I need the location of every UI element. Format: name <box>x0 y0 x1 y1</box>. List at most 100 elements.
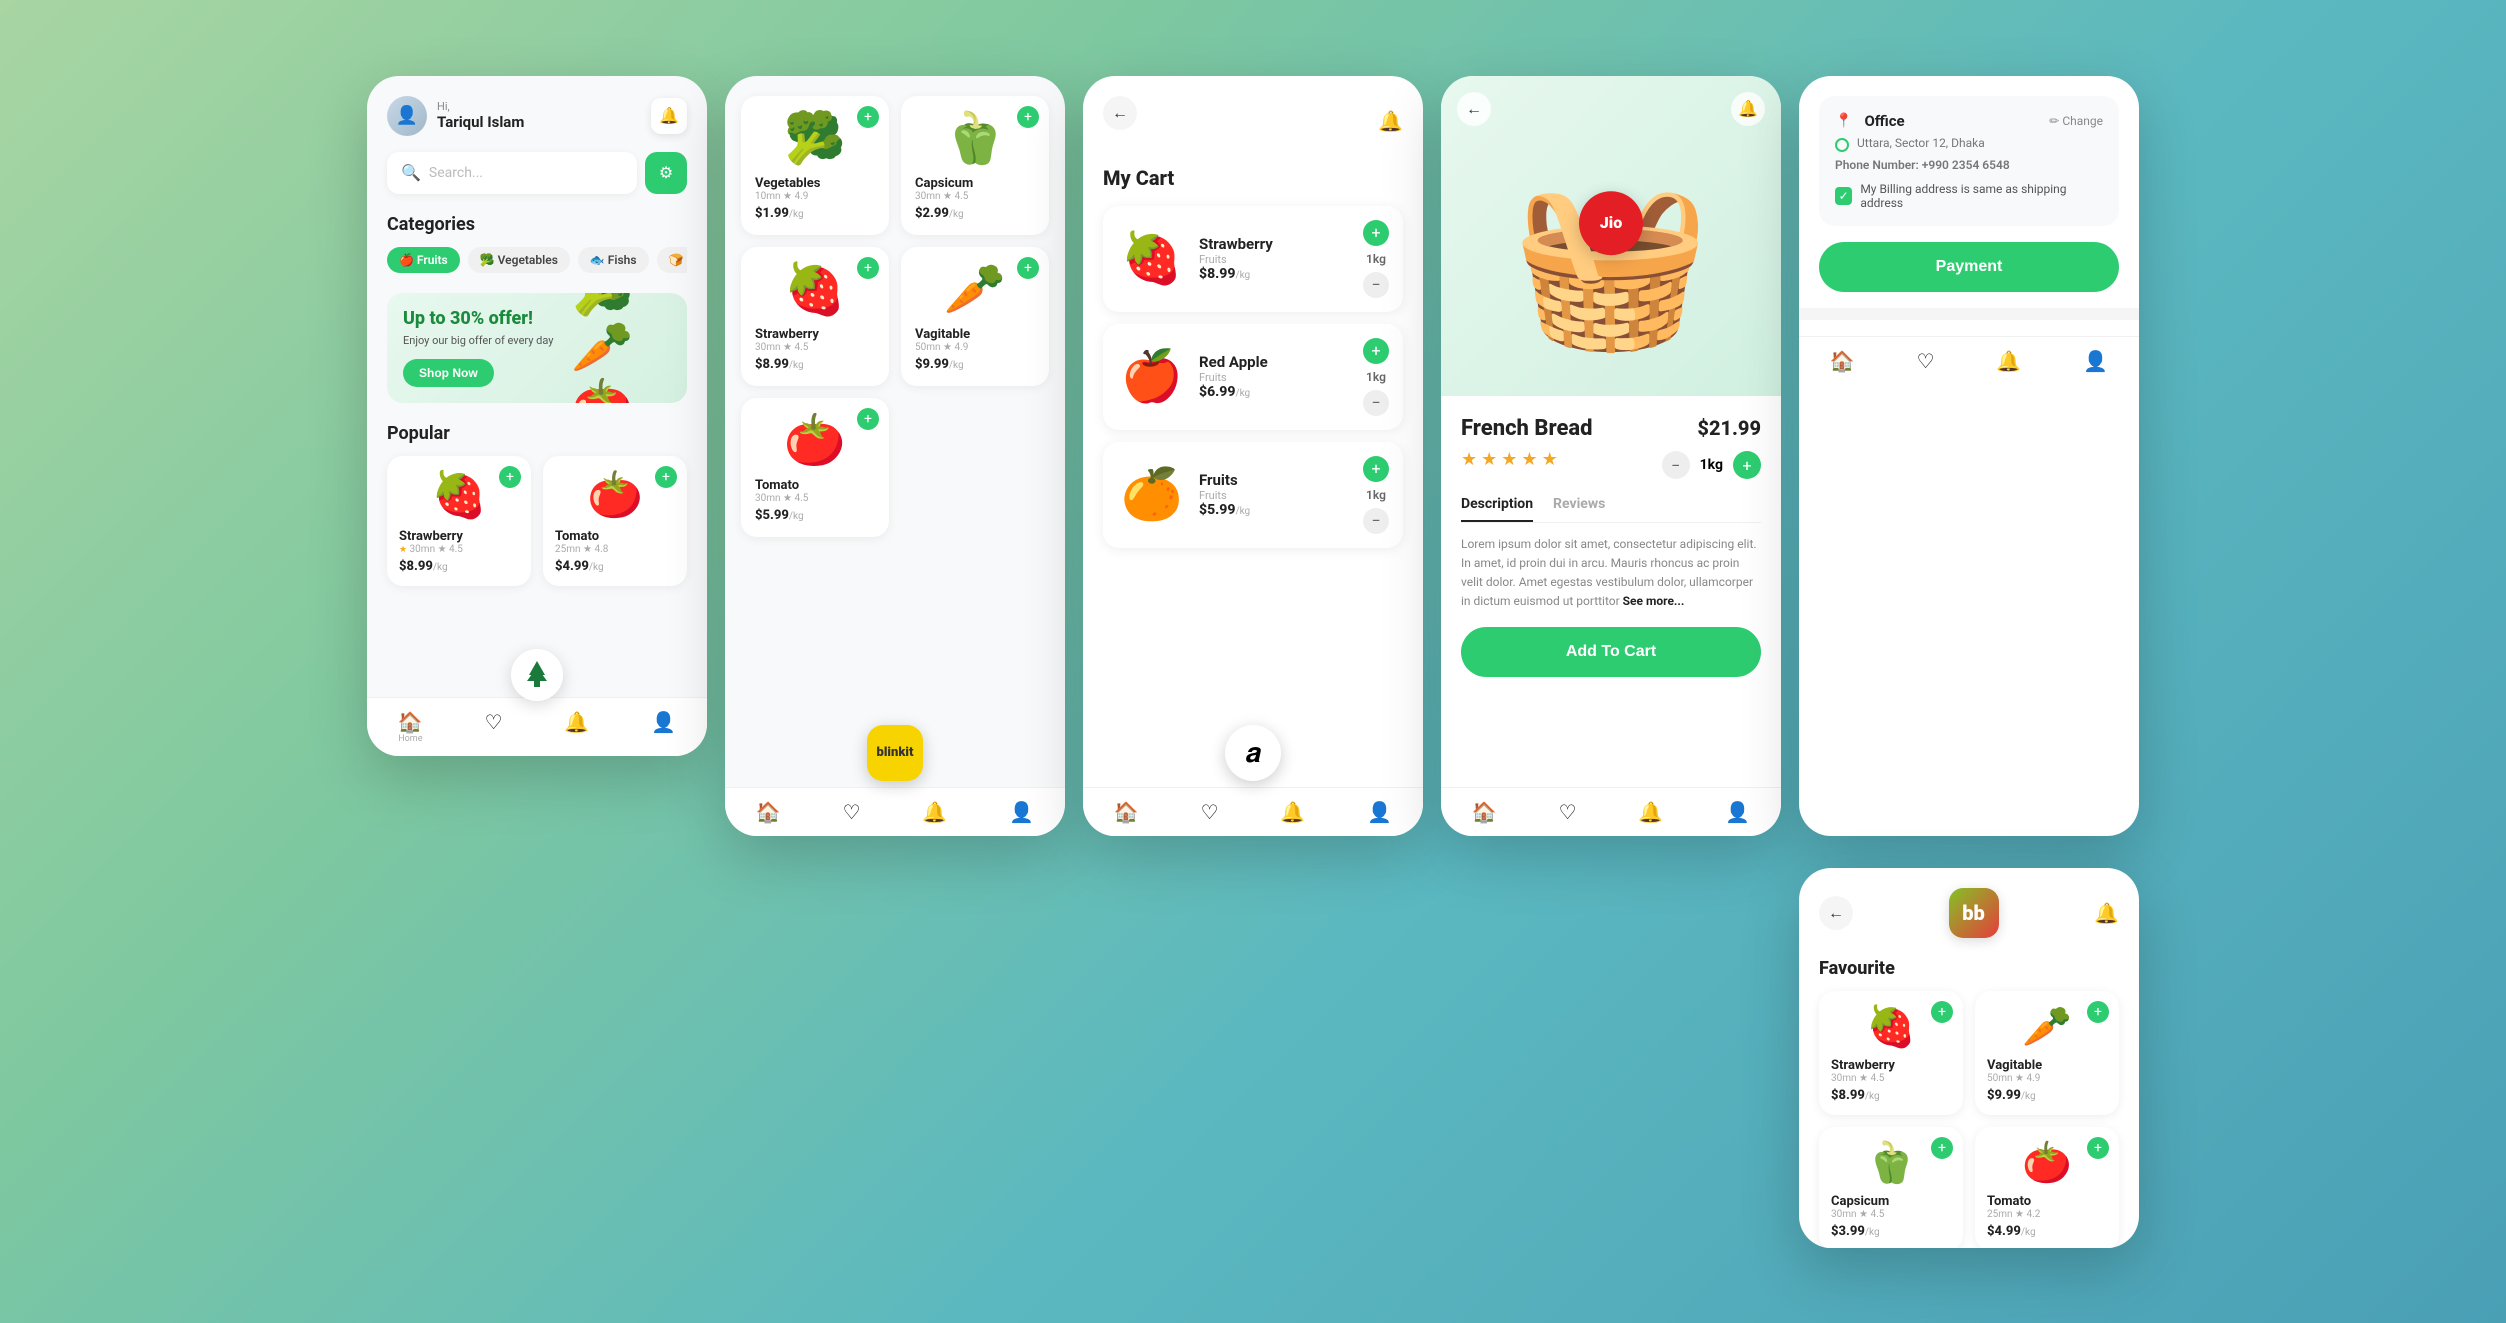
fav-card-strawberry: + 🍓 Strawberry 30mn ★ 4.5 $8.99/kg <box>1819 991 1963 1115</box>
search-input[interactable]: 🔍 Search... <box>387 152 637 194</box>
promo-offer-text: Up to 30% offer! <box>403 308 571 329</box>
home-icon2: 🏠 <box>756 800 781 824</box>
detail-back-button[interactable]: ← <box>1457 92 1491 126</box>
nav-favorites[interactable]: ♡ <box>485 710 503 744</box>
home-icon: 🏠 <box>398 710 423 734</box>
shop-now-button[interactable]: Shop Now <box>403 359 494 387</box>
add-fav-capsicum-btn[interactable]: + <box>1931 1137 1953 1159</box>
detail-nav-home[interactable]: 🏠 <box>1472 800 1497 824</box>
fav-strawberry-meta: 30mn ★ 4.5 <box>1831 1073 1951 1084</box>
add-capsicum-button[interactable]: + <box>1017 106 1039 128</box>
nav-home2[interactable]: 🏠 <box>756 800 781 824</box>
nav-profile2[interactable]: 👤 <box>1009 800 1034 824</box>
billing-row: ✓ My Billing address is same as shipping… <box>1835 182 2103 210</box>
user-info: 👤 Hi, Tariqul Islam <box>387 96 524 136</box>
profile-icon: 👤 <box>651 710 676 734</box>
add-vagitable-button[interactable]: + <box>1017 257 1039 279</box>
product-card-vegetables: + 🥦 Vegetables 10mn ★ 4.9 $1.99/kg <box>741 96 889 235</box>
capsicum-price: $2.99/kg <box>915 206 1035 221</box>
checkout-nav-heart[interactable]: ♡ <box>1917 349 1935 373</box>
nav-bell[interactable]: 🔔 <box>564 710 589 744</box>
add-vegetables-button[interactable]: + <box>857 106 879 128</box>
product-stars: ★ ★ ★ ★ ★ <box>1461 449 1558 470</box>
fav-tomato-meta: 25mn ★ 4.2 <box>1987 1209 2107 1220</box>
promo-desc-text: Enjoy our big offer of every day <box>403 333 571 348</box>
chip-bread[interactable]: 🍞 Bread <box>657 247 687 273</box>
chip-fruits[interactable]: 🍎 Fruits <box>387 247 460 273</box>
tomato-name: Tomato <box>555 529 675 544</box>
app-logo[interactable] <box>511 649 563 701</box>
qty-increase-button[interactable]: + <box>1733 451 1761 479</box>
nav-profile[interactable]: 👤 <box>651 710 676 744</box>
cart-apple-info: Red Apple Fruits $6.99/kg <box>1199 353 1351 400</box>
cart-notification-icon[interactable]: 🔔 <box>1378 109 1403 133</box>
tab-reviews[interactable]: Reviews <box>1553 496 1605 522</box>
detail-nav-bell[interactable]: 🔔 <box>1638 800 1663 824</box>
chip-fishs[interactable]: 🐟 Fishs <box>578 247 649 273</box>
tomato-meta: 25mn ★ 4.8 <box>555 544 675 555</box>
payment-button[interactable]: Payment <box>1819 242 2119 292</box>
checkout-nav-home[interactable]: 🏠 <box>1830 349 1855 373</box>
add-to-cart-button[interactable]: Add To Cart <box>1461 627 1761 677</box>
checkout-nav-bell[interactable]: 🔔 <box>1996 349 2021 373</box>
notification-icon[interactable]: 🔔 <box>651 98 687 134</box>
strawberry-add-btn[interactable]: + <box>1363 220 1389 246</box>
add-tomato-button[interactable]: + <box>655 466 677 488</box>
fav-tomato-price: $4.99/kg <box>1987 1224 2107 1239</box>
nav-profile-cart[interactable]: 👤 <box>1367 800 1392 824</box>
amazon-logo[interactable]: 𝒂 <box>1225 725 1281 781</box>
bigbasket-logo: bb <box>1949 888 1999 938</box>
add-strawberry-button[interactable]: + <box>499 466 521 488</box>
cart-apple-controls: + 1kg − <box>1363 338 1389 416</box>
billing-text: My Billing address is same as shipping a… <box>1860 182 2103 210</box>
favourite-screen: ← bb 🔔 Favourite + 🍓 Strawberry 30mn ★ 4… <box>1799 868 2139 1248</box>
cart-strawberry-controls: + 1kg − <box>1363 220 1389 298</box>
strawberry-minus-btn[interactable]: − <box>1363 272 1389 298</box>
tab-description[interactable]: Description <box>1461 496 1533 522</box>
detail-nav-heart[interactable]: ♡ <box>1559 800 1577 824</box>
product-card-capsicum: + 🫑 Capsicum 30mn ★ 4.5 $2.99/kg <box>901 96 1049 235</box>
product-detail-hero: ← 🔔 Jio 🧺 <box>1441 76 1781 396</box>
cart-apple-img: 🍎 <box>1117 348 1187 406</box>
add-fav-strawberry-btn[interactable]: + <box>1931 1001 1953 1023</box>
fav-strawberry-price: $8.99/kg <box>1831 1088 1951 1103</box>
fruits-minus-btn[interactable]: − <box>1363 508 1389 534</box>
profile-icon-checkout: 👤 <box>2083 349 2108 373</box>
nav-favorites2[interactable]: ♡ <box>843 800 861 824</box>
fav-bell[interactable]: 🔔 <box>2094 901 2119 925</box>
add-strawberry2-button[interactable]: + <box>857 257 879 279</box>
apple-add-btn[interactable]: + <box>1363 338 1389 364</box>
checkout-nav-profile[interactable]: 👤 <box>2083 349 2108 373</box>
detail-bell-button[interactable]: 🔔 <box>1731 92 1765 126</box>
chip-vegetables[interactable]: 🥦 Vegetables <box>468 247 570 273</box>
filter-button[interactable]: ⚙ <box>645 152 687 194</box>
nav-heart-cart[interactable]: ♡ <box>1201 800 1219 824</box>
fav-back-button[interactable]: ← <box>1819 896 1853 930</box>
see-more-link[interactable]: See more... <box>1623 594 1685 608</box>
detail-nav-profile[interactable]: 👤 <box>1725 800 1750 824</box>
qty-decrease-button[interactable]: − <box>1662 451 1690 479</box>
add-tomato2-button[interactable]: + <box>857 408 879 430</box>
blinkit-logo[interactable]: blinkit <box>867 725 923 781</box>
add-fav-tomato-btn[interactable]: + <box>2087 1137 2109 1159</box>
cart-back-button[interactable]: ← <box>1103 96 1137 130</box>
nav-bell-cart[interactable]: 🔔 <box>1280 800 1305 824</box>
phone-value: +990 2354 6548 <box>1922 158 2010 172</box>
nav-bell2[interactable]: 🔔 <box>922 800 947 824</box>
bell-icon-detail: 🔔 <box>1638 800 1663 824</box>
cart-apple-name: Red Apple <box>1199 353 1351 371</box>
fav-vagitable-meta: 50mn ★ 4.9 <box>1987 1073 2107 1084</box>
bell-nav-icon: 🔔 <box>564 710 589 734</box>
change-address-link[interactable]: ✏ Change <box>2049 114 2103 128</box>
apple-minus-btn[interactable]: − <box>1363 390 1389 416</box>
radio-button <box>1835 138 1849 152</box>
fruits-add-btn[interactable]: + <box>1363 456 1389 482</box>
detail-bottom-nav: 🏠 ♡ 🔔 👤 <box>1441 787 1781 836</box>
billing-checkbox[interactable]: ✓ <box>1835 187 1852 205</box>
pencil-icon: ✏ <box>2049 114 2059 128</box>
nav-home[interactable]: 🏠 Home <box>398 710 423 744</box>
nav-home-cart[interactable]: 🏠 <box>1114 800 1139 824</box>
product-card-strawberry2: + 🍓 Strawberry 30mn ★ 4.5 $8.99/kg <box>741 247 889 386</box>
cart-item-strawberry: 🍓 Strawberry Fruits $8.99/kg + 1kg − <box>1103 206 1403 312</box>
add-fav-vagitable-btn[interactable]: + <box>2087 1001 2109 1023</box>
